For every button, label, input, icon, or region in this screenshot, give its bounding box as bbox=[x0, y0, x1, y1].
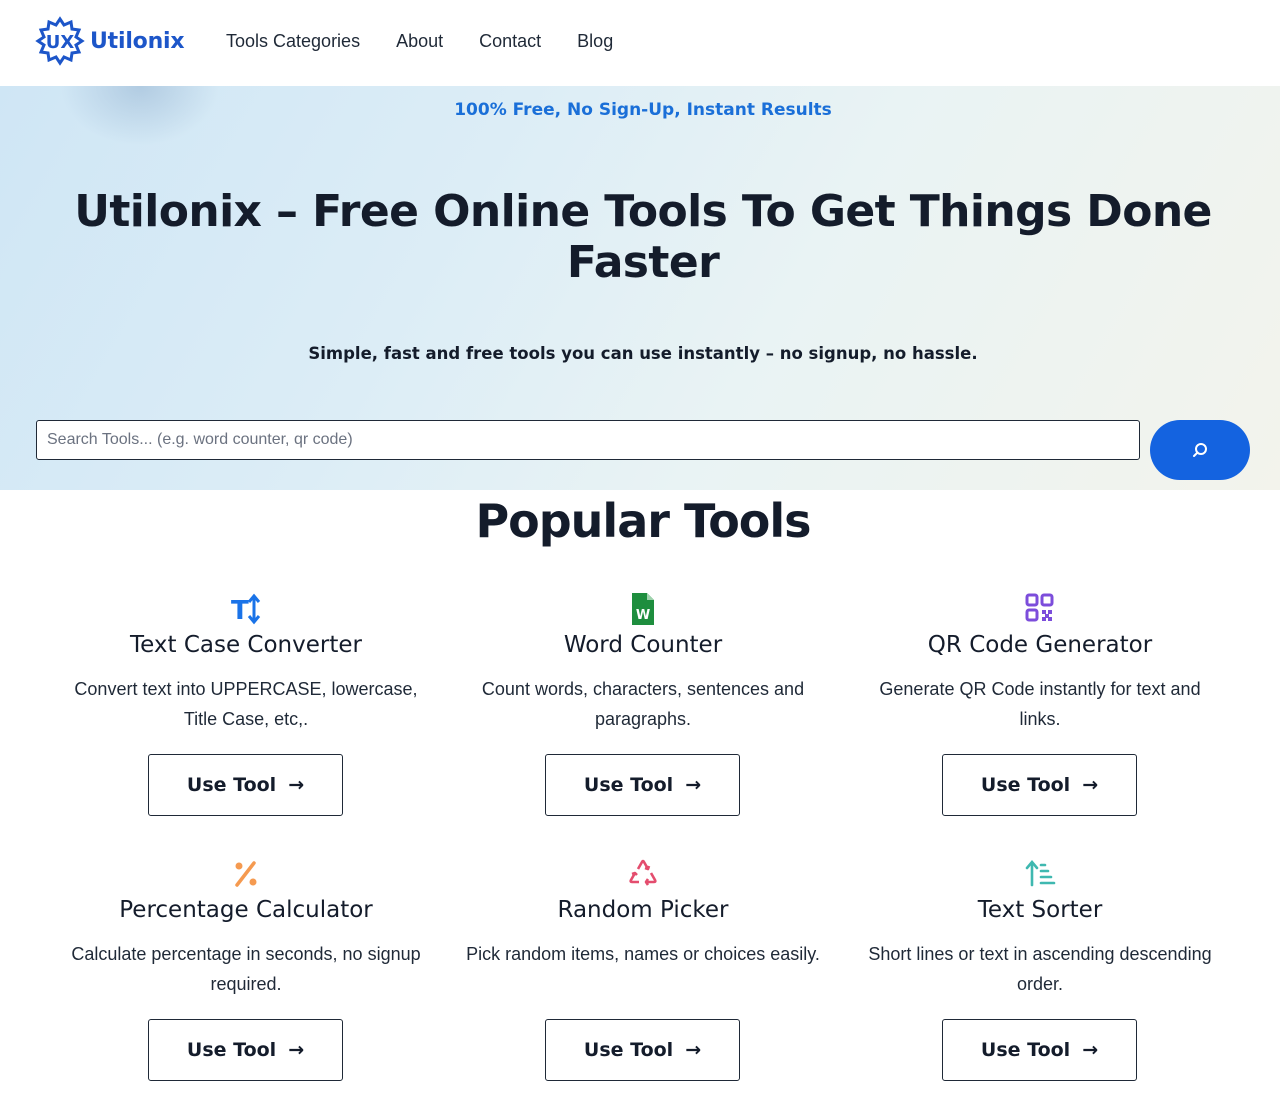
use-tool-label: Use Tool bbox=[980, 774, 1071, 796]
recycle-icon bbox=[445, 857, 841, 891]
main-nav: Tools Categories About Contact Blog bbox=[226, 30, 649, 52]
search-input[interactable] bbox=[36, 420, 1140, 460]
use-tool-button[interactable]: Use Tool → bbox=[942, 1019, 1137, 1081]
percent-icon bbox=[48, 857, 444, 891]
use-tool-label: Use Tool bbox=[583, 1039, 674, 1061]
search-button[interactable] bbox=[1150, 420, 1250, 480]
tool-card-word-counter: W Word Counter Count words, characters, … bbox=[445, 592, 841, 832]
nav-tools-categories[interactable]: Tools Categories bbox=[226, 30, 360, 52]
arrow-right-icon: → bbox=[685, 774, 702, 796]
svg-text:UX: UX bbox=[46, 32, 75, 53]
logo-text: Utilonix bbox=[90, 28, 185, 54]
use-tool-button[interactable]: Use Tool → bbox=[545, 1019, 740, 1081]
tool-title: QR Code Generator bbox=[927, 632, 1153, 658]
tool-card-random-picker: Random Picker Pick random items, names o… bbox=[445, 857, 841, 1096]
use-tool-button[interactable]: Use Tool → bbox=[148, 1019, 343, 1081]
tool-title: Percentage Calculator bbox=[119, 897, 373, 923]
use-tool-button[interactable]: Use Tool → bbox=[942, 754, 1137, 816]
nav-contact[interactable]: Contact bbox=[479, 30, 541, 52]
svg-text:W: W bbox=[636, 608, 650, 623]
tool-card-text-case-converter: T Text Case Converter Convert text into … bbox=[48, 592, 444, 832]
use-tool-button[interactable]: Use Tool → bbox=[545, 754, 740, 816]
site-logo[interactable]: UX Utilonix bbox=[34, 15, 187, 67]
svg-text:T: T bbox=[231, 596, 249, 626]
hero-subtitle: Simple, fast and free tools you can use … bbox=[308, 344, 978, 363]
use-tool-label: Use Tool bbox=[583, 774, 674, 796]
nav-blog[interactable]: Blog bbox=[577, 30, 613, 52]
use-tool-label: Use Tool bbox=[186, 1039, 277, 1061]
arrow-right-icon: → bbox=[288, 774, 305, 796]
tool-title: Random Picker bbox=[557, 897, 729, 923]
gear-logo-icon: UX bbox=[34, 15, 86, 67]
tool-title: Word Counter bbox=[563, 632, 723, 658]
arrow-right-icon: → bbox=[288, 1039, 305, 1061]
word-document-icon: W bbox=[445, 592, 841, 626]
site-header: UX Utilonix Tools Categories About Conta… bbox=[0, 0, 1280, 86]
nav-about[interactable]: About bbox=[396, 30, 443, 52]
tool-title: Text Sorter bbox=[977, 897, 1103, 923]
tool-description: Calculate percentage in seconds, no sign… bbox=[71, 944, 421, 994]
arrow-right-icon: → bbox=[1082, 774, 1099, 796]
tool-card-text-sorter: Text Sorter Short lines or text in ascen… bbox=[842, 857, 1238, 1096]
sort-ascending-icon bbox=[842, 857, 1238, 891]
use-tool-label: Use Tool bbox=[980, 1039, 1071, 1061]
tool-card-qr-code-generator: QR Code Generator Generate QR Code insta… bbox=[842, 592, 1238, 832]
search-icon bbox=[1193, 443, 1207, 457]
popular-tools-title: Popular Tools bbox=[475, 494, 811, 548]
tool-card-percentage-calculator: Percentage Calculator Calculate percenta… bbox=[48, 857, 444, 1096]
text-case-icon: T bbox=[48, 592, 444, 626]
hero-section: 100% Free, No Sign-Up, Instant Results U… bbox=[0, 86, 1280, 490]
tool-description: Pick random items, names or choices easi… bbox=[466, 944, 820, 964]
tool-description: Count words, characters, sentences and p… bbox=[481, 679, 805, 729]
tool-description: Generate QR Code instantly for text and … bbox=[879, 679, 1201, 729]
use-tool-button[interactable]: Use Tool → bbox=[148, 754, 343, 816]
use-tool-label: Use Tool bbox=[186, 774, 277, 796]
tool-title: Text Case Converter bbox=[130, 632, 362, 658]
arrow-right-icon: → bbox=[1082, 1039, 1099, 1061]
page-title: Utilonix – Free Online Tools To Get Thin… bbox=[74, 186, 1212, 288]
hero-tagline: 100% Free, No Sign-Up, Instant Results bbox=[454, 100, 832, 120]
qr-code-icon bbox=[842, 592, 1238, 626]
tool-description: Short lines or text in ascending descend… bbox=[868, 944, 1212, 994]
tool-description: Convert text into UPPERCASE, lowercase, … bbox=[74, 679, 418, 729]
arrow-right-icon: → bbox=[685, 1039, 702, 1061]
